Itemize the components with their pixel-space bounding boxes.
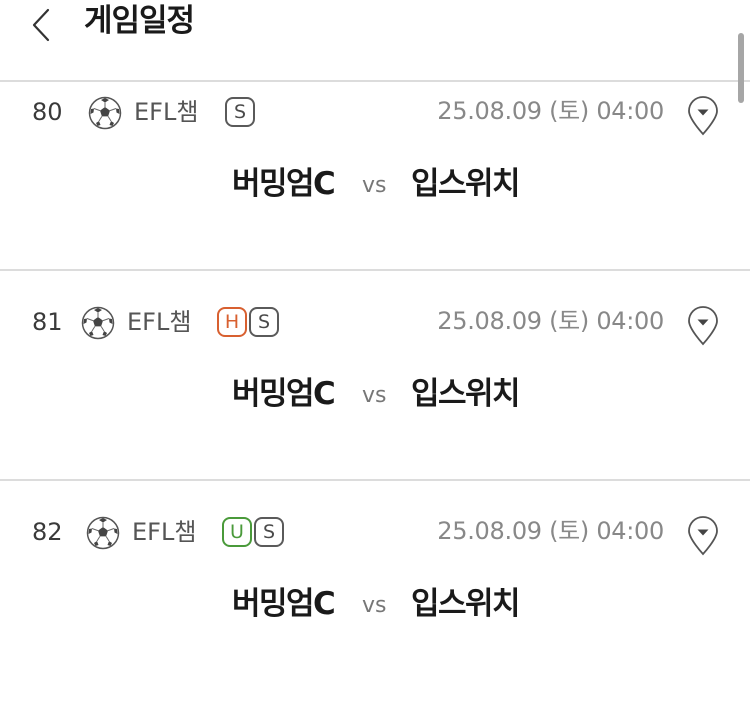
soccer-ball-icon <box>86 516 120 550</box>
teams-row: 버밍엄C vs 입스위치 <box>0 162 750 206</box>
chevron-left-icon <box>32 8 50 42</box>
badge-group: H S <box>217 307 279 337</box>
scrollbar-thumb[interactable] <box>738 33 744 103</box>
league-label: EFL챔 <box>134 98 199 126</box>
location-pin-icon <box>688 96 718 136</box>
home-team: 버밍엄C <box>232 166 336 202</box>
away-team: 입스위치 <box>411 166 521 202</box>
row-divider <box>0 479 750 481</box>
match-datetime: 25.08.09 (토) 04:00 <box>437 97 664 125</box>
match-datetime: 25.08.09 (토) 04:00 <box>437 517 664 545</box>
location-button[interactable] <box>684 514 722 556</box>
teams-row: 버밍엄C vs 입스위치 <box>0 582 750 626</box>
away-team: 입스위치 <box>411 586 521 622</box>
soccer-ball-icon <box>81 306 115 340</box>
home-team: 버밍엄C <box>232 376 336 412</box>
badge-s: S <box>254 517 284 547</box>
header-bar: 게임일정 <box>0 0 750 80</box>
match-datetime: 25.08.09 (토) 04:00 <box>437 307 664 335</box>
page-title: 게임일정 <box>84 3 195 39</box>
soccer-ball-icon <box>88 96 122 130</box>
badge-group: S <box>225 97 255 127</box>
badge-s: S <box>249 307 279 337</box>
badge-h: H <box>217 307 247 337</box>
badge-s: S <box>225 97 255 127</box>
match-number: 82 <box>32 518 63 546</box>
back-button[interactable] <box>26 4 60 46</box>
badge-u: U <box>222 517 252 547</box>
row-divider <box>0 269 750 271</box>
match-row[interactable]: 82 EFL챔 U S 25.08.09 (토) 04:00 버밍엄C vs 입… <box>0 502 750 712</box>
location-button[interactable] <box>684 94 722 136</box>
location-pin-icon <box>688 516 718 556</box>
match-row[interactable]: 81 EFL챔 H S 25.08.09 (토) 04:00 버밍엄C vs 입… <box>0 292 750 502</box>
vs-label: vs <box>362 383 387 408</box>
match-number: 81 <box>32 308 63 336</box>
location-pin-icon <box>688 306 718 346</box>
league-label: EFL챔 <box>127 308 192 336</box>
home-team: 버밍엄C <box>232 586 336 622</box>
badge-group: U S <box>222 517 284 547</box>
vs-label: vs <box>362 593 387 618</box>
vs-label: vs <box>362 173 387 198</box>
match-row[interactable]: 80 EFL챔 S 25.08.09 (토) 04:00 버밍엄C vs 입스위… <box>0 82 750 292</box>
teams-row: 버밍엄C vs 입스위치 <box>0 372 750 416</box>
away-team: 입스위치 <box>411 376 521 412</box>
location-button[interactable] <box>684 304 722 346</box>
match-number: 80 <box>32 98 63 126</box>
league-label: EFL챔 <box>132 518 197 546</box>
